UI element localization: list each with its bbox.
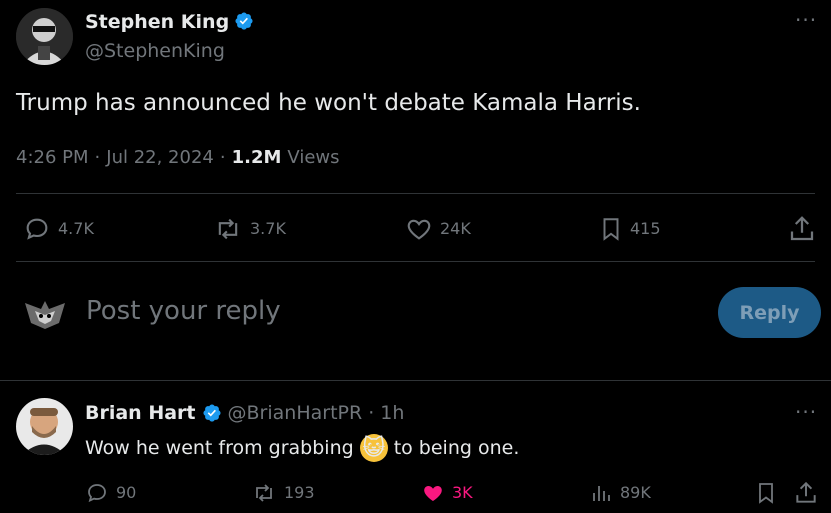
meta-separator: · xyxy=(368,402,375,424)
reply-bookmark-action[interactable] xyxy=(754,481,784,505)
reply-reply-count: 90 xyxy=(116,483,137,502)
bookmark-icon xyxy=(759,483,773,504)
tweet-text: Trump has announced he won't debate Kama… xyxy=(16,90,641,116)
share-icon xyxy=(796,481,816,503)
reply-like-count: 3K xyxy=(452,483,473,502)
reply-views-count: 89K xyxy=(620,483,651,502)
share-icon xyxy=(790,216,814,241)
reply-repost-action[interactable]: 193 xyxy=(250,481,315,505)
views-count: 1.2M xyxy=(231,147,282,168)
reply-text: Wow he went from grabbing 😺 to being one… xyxy=(85,434,519,462)
reply-repost-count: 193 xyxy=(284,483,315,502)
reply-text-after: to being one. xyxy=(393,437,520,459)
author-name[interactable]: Stephen King xyxy=(85,11,229,33)
like-count: 24K xyxy=(440,219,471,238)
repost-icon xyxy=(256,484,272,502)
tweet-time[interactable]: 4:26 PM xyxy=(16,147,89,168)
reply-count: 4.7K xyxy=(58,219,94,238)
more-options-icon[interactable]: ··· xyxy=(795,8,817,32)
divider xyxy=(0,380,831,381)
reply-button[interactable]: Reply xyxy=(718,287,821,338)
reply-like-action[interactable]: 3K xyxy=(420,481,473,505)
views-label: Views xyxy=(287,147,340,168)
author-info: Stephen King xyxy=(85,11,254,33)
bookmark-count: 415 xyxy=(630,219,661,238)
bookmark-icon xyxy=(603,218,619,241)
reply-share-action[interactable] xyxy=(793,480,825,506)
repost-action[interactable]: 3.7K xyxy=(212,215,286,243)
repost-count: 3.7K xyxy=(250,219,286,238)
author-handle[interactable]: @StephenKing xyxy=(85,40,225,62)
meta-separator: · xyxy=(94,147,101,168)
reply-author-avatar[interactable] xyxy=(16,398,73,455)
reply-icon xyxy=(88,484,106,503)
reply-author-avatar-image xyxy=(16,398,73,455)
analytics-icon xyxy=(593,486,610,501)
reply-author-name[interactable]: Brian Hart xyxy=(85,402,196,424)
heart-icon xyxy=(407,219,431,240)
meta-separator: · xyxy=(219,147,226,168)
share-action[interactable] xyxy=(787,214,823,244)
verified-badge-icon[interactable] xyxy=(202,403,222,423)
author-avatar-image xyxy=(16,8,73,65)
cat-emoji-icon: 😺 xyxy=(359,434,388,462)
heart-filled-icon xyxy=(424,486,442,501)
reply-input[interactable]: Post your reply xyxy=(86,296,281,326)
divider xyxy=(16,193,815,194)
reply-views-action[interactable]: 89K xyxy=(588,481,651,505)
bookmark-action[interactable]: 415 xyxy=(598,215,661,243)
current-user-avatar[interactable] xyxy=(21,295,69,335)
tweet-date[interactable]: Jul 22, 2024 xyxy=(106,147,214,168)
reply-more-options-icon[interactable]: ··· xyxy=(795,400,817,424)
like-action[interactable]: 24K xyxy=(404,215,471,243)
author-avatar[interactable] xyxy=(16,8,73,65)
repost-icon xyxy=(218,218,238,240)
reply-author-handle[interactable]: @BrianHartPR xyxy=(228,402,363,424)
reply-author-info: Brian Hart @BrianHartPR · 1h xyxy=(85,402,404,424)
tweet-meta: 4:26 PM · Jul 22, 2024 · 1.2M Views xyxy=(16,147,340,168)
reply-icon xyxy=(26,218,48,240)
reply-time[interactable]: 1h xyxy=(380,402,404,424)
reply-text-before: Wow he went from grabbing xyxy=(85,437,354,459)
current-user-avatar-image xyxy=(21,295,69,335)
reply-reply-action[interactable]: 90 xyxy=(84,481,136,505)
reply-action[interactable]: 4.7K xyxy=(22,215,94,243)
divider xyxy=(16,261,815,262)
verified-badge-icon[interactable] xyxy=(234,11,254,31)
